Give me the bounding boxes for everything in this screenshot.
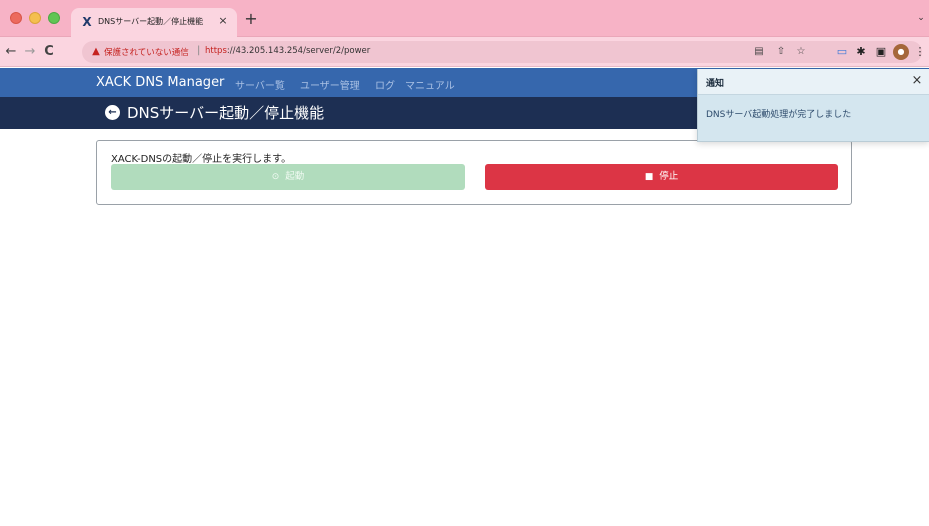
window-minimize-button[interactable] bbox=[29, 12, 41, 24]
window-zoom-button[interactable] bbox=[48, 12, 60, 24]
nav-link-log[interactable]: ログ bbox=[375, 77, 395, 92]
profile-avatar[interactable]: ● bbox=[893, 44, 909, 60]
xack-favicon-icon: X bbox=[82, 15, 92, 29]
tab-search-chevron-icon[interactable]: ⌄ bbox=[915, 13, 927, 25]
url-scheme: https bbox=[205, 46, 227, 56]
browser-tab[interactable]: X DNSサーバー起動／停止機能 × bbox=[71, 8, 237, 37]
app-brand[interactable]: XACK DNS Manager bbox=[96, 75, 224, 90]
nav-link-manual[interactable]: マニュアル bbox=[405, 77, 455, 92]
tab-title: DNSサーバー起動／停止機能 bbox=[98, 17, 204, 26]
tab-close-button[interactable]: × bbox=[216, 14, 230, 28]
browser-tab-bar: X DNSサーバー起動／停止機能 × + ⌄ bbox=[0, 0, 929, 37]
address-bar[interactable]: ▲ 保護されていない通信 | https://43.205.143.254/se… bbox=[82, 41, 922, 63]
window-close-button[interactable] bbox=[10, 12, 22, 24]
toast-header: 通知 × bbox=[698, 69, 929, 95]
power-control-card: XACK-DNSの起動／停止を実行します。 ⊙ 起動 ■ 停止 bbox=[96, 140, 852, 205]
nav-link-user-management[interactable]: ユーザー管理 bbox=[300, 77, 360, 92]
stop-square-icon: ■ bbox=[644, 172, 654, 182]
url-text[interactable]: https://43.205.143.254/server/2/power bbox=[205, 46, 370, 56]
page-title: DNSサーバー起動／停止機能 bbox=[127, 104, 325, 122]
extension-icon[interactable]: ▭ bbox=[834, 44, 850, 60]
back-arrow-icon[interactable]: ← bbox=[3, 44, 19, 60]
stop-button-label: 停止 bbox=[659, 171, 679, 182]
side-panel-icon[interactable]: ▣ bbox=[873, 44, 889, 60]
bookmark-star-icon[interactable]: ☆ bbox=[794, 45, 808, 59]
url-path: ://43.205.143.254/server/2/power bbox=[226, 46, 371, 56]
toast-message: DNSサーバ起動処理が完了しました bbox=[706, 110, 852, 120]
browser-menu-icon[interactable]: ⋮ bbox=[912, 44, 928, 60]
back-circle-arrow-icon[interactable]: ← bbox=[105, 105, 120, 120]
start-button-label: 起動 bbox=[285, 171, 305, 182]
reload-icon[interactable]: C bbox=[41, 44, 57, 60]
translate-icon[interactable]: ▤ bbox=[752, 45, 766, 59]
toast-close-button[interactable]: × bbox=[910, 73, 924, 89]
stop-button[interactable]: ■ 停止 bbox=[485, 164, 838, 190]
power-icon: ⊙ bbox=[271, 172, 280, 182]
forward-arrow-icon[interactable]: → bbox=[22, 44, 38, 60]
warning-triangle-icon: ▲ bbox=[92, 46, 100, 57]
start-button[interactable]: ⊙ 起動 bbox=[111, 164, 465, 190]
url-separator: | bbox=[197, 45, 201, 56]
card-description: XACK-DNSの起動／停止を実行します。 bbox=[111, 154, 292, 165]
share-icon[interactable]: ⇧ bbox=[774, 45, 788, 59]
puzzle-extensions-icon[interactable]: ✱ bbox=[853, 44, 869, 60]
nav-link-server-list[interactable]: サーバー覧 bbox=[235, 77, 285, 92]
browser-toolbar: ← → C ▲ 保護されていない通信 | https://43.205.143.… bbox=[0, 37, 929, 67]
notification-toast: 通知 × DNSサーバ起動処理が完了しました bbox=[697, 69, 929, 142]
insecure-connection-label[interactable]: 保護されていない通信 bbox=[104, 46, 189, 58]
toast-title: 通知 bbox=[706, 79, 725, 89]
new-tab-button[interactable]: + bbox=[243, 11, 259, 28]
